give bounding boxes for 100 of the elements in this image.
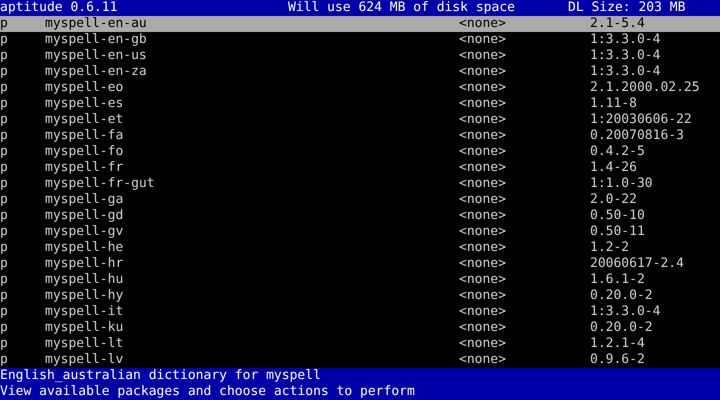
package-name: myspell-fr-gut [45,176,156,192]
package-row[interactable]: p myspell-ga <none> 2.0-22 [0,192,720,208]
installed-version: <none> [459,32,507,48]
installed-version: <none> [459,256,507,272]
package-row[interactable]: p myspell-it <none> 1:3.3.0-4 [0,304,720,320]
state-letter: p [0,240,9,256]
candidate-version: 1.4-26 [590,160,638,176]
package-name: myspell-ga [45,192,124,208]
package-row[interactable]: p myspell-es <none> 1.11-8 [0,96,720,112]
package-row[interactable]: p myspell-gv <none> 0.50-11 [0,224,720,240]
state-letter: p [0,32,9,48]
app-title: aptitude 0.6.11 [0,0,118,16]
state-letter: p [0,288,9,304]
candidate-version: 1:3.3.0-4 [590,32,662,48]
state-letter: p [0,48,9,64]
candidate-version: 1:20030606-22 [590,112,693,128]
installed-version: <none> [459,96,507,112]
installed-version: <none> [459,144,507,160]
state-letter: p [0,192,9,208]
state-letter: p [0,80,9,96]
package-name: myspell-en-us [45,48,148,64]
package-row[interactable]: p myspell-gd <none> 0.50-10 [0,208,720,224]
state-letter: p [0,320,9,336]
package-name: myspell-gv [45,224,124,240]
package-row[interactable]: p myspell-hy <none> 0.20.0-2 [0,288,720,304]
state-letter: p [0,208,9,224]
candidate-version: 1.11-8 [590,96,638,112]
candidate-version: 0.50-11 [590,224,646,240]
installed-version: <none> [459,288,507,304]
installed-version: <none> [459,176,507,192]
package-name: myspell-hr [45,256,124,272]
package-row[interactable]: p myspell-et <none> 1:20030606-22 [0,112,720,128]
installed-version: <none> [459,304,507,320]
state-letter: p [0,128,9,144]
candidate-version: 0.50-10 [590,208,646,224]
package-row[interactable]: p myspell-en-gb <none> 1:3.3.0-4 [0,32,720,48]
package-name: myspell-lt [45,336,124,352]
package-name: myspell-gd [45,208,124,224]
state-letter: p [0,16,9,32]
installed-version: <none> [459,192,507,208]
candidate-version: 1.2.1-4 [590,336,646,352]
installed-version: <none> [459,240,507,256]
package-name: myspell-en-au [45,16,148,32]
installed-version: <none> [459,208,507,224]
state-letter: p [0,336,9,352]
state-letter: p [0,96,9,112]
package-row[interactable]: p myspell-en-au <none> 2.1-5.4 [0,16,720,32]
package-name: myspell-fr [45,160,124,176]
installed-version: <none> [459,112,507,128]
candidate-version: 20060617-2.4 [590,256,685,272]
installed-version: <none> [459,80,507,96]
package-name: myspell-lv [45,352,124,368]
package-name: myspell-es [45,96,124,112]
disk-usage-text: Will use 624 MB of disk space [288,0,516,16]
installed-version: <none> [459,16,507,32]
package-row[interactable]: p myspell-fo <none> 0.4.2-5 [0,144,720,160]
package-row[interactable]: p myspell-en-us <none> 1:3.3.0-4 [0,48,720,64]
package-name: myspell-eo [45,80,124,96]
state-letter: p [0,160,9,176]
package-name: myspell-en-za [45,64,148,80]
package-row[interactable]: p myspell-ku <none> 0.20.0-2 [0,320,720,336]
installed-version: <none> [459,320,507,336]
package-name: myspell-hy [45,288,124,304]
state-letter: p [0,112,9,128]
installed-version: <none> [459,160,507,176]
package-row[interactable]: p myspell-lt <none> 1.2.1-4 [0,336,720,352]
installed-version: <none> [459,272,507,288]
candidate-version: 0.20070816-3 [590,128,685,144]
state-letter: p [0,272,9,288]
candidate-version: 1:3.3.0-4 [590,48,662,64]
package-name: myspell-ku [45,320,124,336]
candidate-version: 0.4.2-5 [590,144,646,160]
package-row[interactable]: p myspell-lv <none> 0.9.6-2 [0,352,720,368]
installed-version: <none> [459,224,507,240]
package-name: myspell-it [45,304,124,320]
package-name: myspell-et [45,112,124,128]
installed-version: <none> [459,336,507,352]
installed-version: <none> [459,128,507,144]
package-name: myspell-he [45,240,124,256]
candidate-version: 0.20.0-2 [590,288,654,304]
package-row[interactable]: p myspell-eo <none> 2.1.2000.02.25 [0,80,720,96]
candidate-version: 1:3.3.0-4 [590,304,662,320]
state-letter: p [0,144,9,160]
package-row[interactable]: p myspell-he <none> 1.2-2 [0,240,720,256]
package-row[interactable]: p myspell-fr <none> 1.4-26 [0,160,720,176]
status-text: View available packages and choose actions to perform [0,384,415,400]
candidate-version: 0.20.0-2 [590,320,654,336]
candidate-version: 1.2-2 [590,240,630,256]
package-description: English_australian dictionary for myspell [0,368,321,384]
package-row[interactable]: p myspell-en-za <none> 1:3.3.0-4 [0,64,720,80]
package-row[interactable]: p myspell-fa <none> 0.20070816-3 [0,128,720,144]
package-row[interactable]: p myspell-hu <none> 1.6.1-2 [0,272,720,288]
candidate-version: 2.0-22 [590,192,638,208]
package-name: myspell-fa [45,128,124,144]
candidate-version: 1:3.3.0-4 [590,64,662,80]
package-name: myspell-hu [45,272,124,288]
package-row[interactable]: p myspell-fr-gut <none> 1:1.0-30 [0,176,720,192]
installed-version: <none> [459,64,507,80]
candidate-version: 1.6.1-2 [590,272,646,288]
package-row[interactable]: p myspell-hr <none> 20060617-2.4 [0,256,720,272]
